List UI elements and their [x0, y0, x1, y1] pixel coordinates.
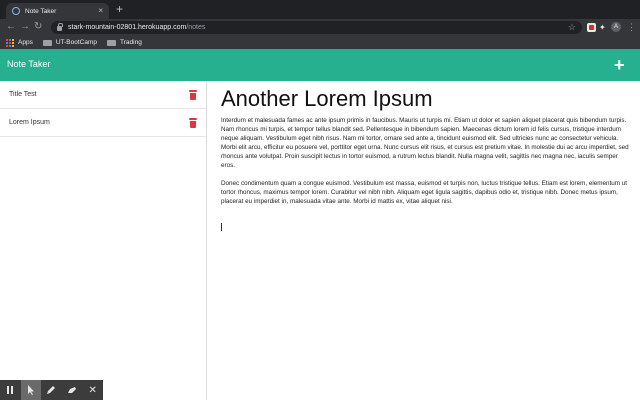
browser-menu-icon[interactable]: ⋮ — [627, 21, 636, 33]
url-host: stark-mountain-02801.herokuapp.com — [68, 24, 187, 31]
note-paragraph: Donec condimentum quam a congue euismod.… — [221, 180, 627, 205]
pointer-icon[interactable] — [20, 380, 42, 400]
apps-grid-icon — [6, 38, 14, 47]
note-list-item[interactable]: Lorem Ipsum — [0, 109, 206, 137]
lock-icon — [57, 23, 63, 31]
note-list-item[interactable]: Title Test — [0, 81, 206, 109]
puzzle-extensions-icon[interactable]: ✦ — [599, 23, 608, 32]
browser-toolbar: ← → ↻ stark-mountain-02801.herokuapp.com… — [0, 19, 640, 36]
tab-title: Note Taker — [25, 7, 57, 15]
bookmark-trading[interactable]: Trading — [107, 39, 142, 46]
note-list-title: Lorem Ipsum — [9, 119, 50, 126]
app-navbar: Note Taker + — [0, 49, 640, 81]
note-list-title: Title Test — [9, 91, 37, 98]
extension-icon[interactable] — [587, 23, 596, 32]
app-brand[interactable]: Note Taker — [7, 59, 50, 69]
close-icon[interactable]: ✕ — [82, 380, 103, 400]
tab-close-icon[interactable]: × — [98, 7, 103, 15]
back-arrow-icon[interactable]: ← — [6, 21, 16, 33]
delete-trash-icon[interactable] — [189, 117, 197, 128]
folder-icon — [42, 39, 52, 46]
profile-avatar[interactable]: A — [611, 22, 621, 32]
bookmark-label: UT-BootCamp — [55, 39, 98, 46]
note-editor: Another Lorem Ipsum Interdum et malesuad… — [208, 81, 640, 400]
add-note-button[interactable]: + — [614, 56, 625, 74]
bookmark-apps[interactable]: Apps — [6, 38, 33, 47]
reload-icon[interactable]: ↻ — [34, 21, 42, 33]
note-paragraph: Interdum et malesuada fames ac ante ipsu… — [221, 117, 629, 169]
bookmark-star-icon[interactable]: ☆ — [568, 21, 576, 34]
note-title-input[interactable]: Another Lorem Ipsum — [221, 86, 433, 112]
annotation-toolbar: ✕ — [0, 380, 103, 400]
tab-favicon-icon — [12, 7, 20, 15]
browser-tab[interactable]: Note Taker × — [6, 3, 109, 19]
new-tab-button[interactable]: + — [116, 3, 123, 15]
notes-sidebar: Title Test Lorem Ipsum — [0, 81, 207, 400]
delete-trash-icon[interactable] — [189, 89, 197, 100]
bookmarks-bar: Apps UT-BootCamp Trading — [0, 36, 640, 49]
address-bar[interactable]: stark-mountain-02801.herokuapp.com /note… — [51, 21, 582, 34]
highlighter-icon[interactable] — [62, 380, 83, 400]
forward-arrow-icon[interactable]: → — [20, 21, 30, 33]
note-text-area[interactable]: Interdum et malesuada fames ac ante ipsu… — [221, 116, 631, 215]
browser-tab-bar: Note Taker × + — [0, 0, 640, 19]
pause-icon[interactable] — [0, 380, 21, 400]
bookmark-ut-bootcamp[interactable]: UT-BootCamp — [42, 39, 98, 46]
bookmark-label: Trading — [120, 39, 142, 46]
pen-icon[interactable] — [41, 380, 62, 400]
text-cursor — [221, 223, 222, 231]
folder-icon — [107, 39, 117, 46]
bookmark-label: Apps — [18, 39, 33, 46]
url-path: /notes — [186, 24, 206, 31]
